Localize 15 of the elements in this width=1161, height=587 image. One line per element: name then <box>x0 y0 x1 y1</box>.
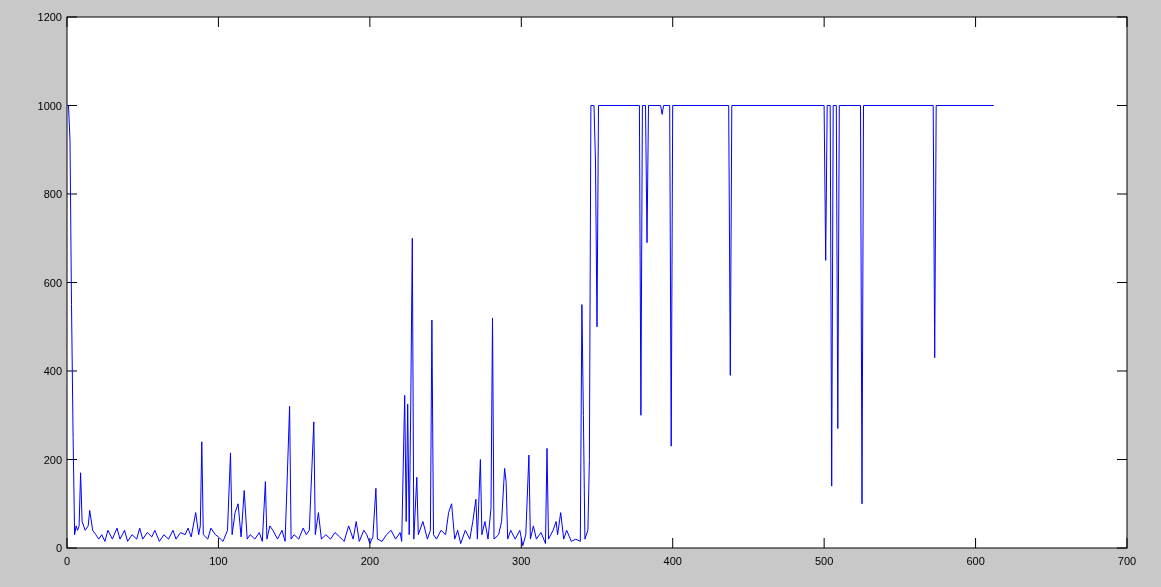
tick-label: 400 <box>663 555 682 567</box>
tick-label: 800 <box>43 188 62 200</box>
tick-label: 600 <box>43 276 62 289</box>
tick-label: 300 <box>512 555 531 567</box>
tick-label: 100 <box>209 555 228 567</box>
tick-label: 0 <box>63 555 71 567</box>
tick-label: 400 <box>43 365 62 377</box>
tick-label: 200 <box>43 453 62 466</box>
tick-label: 500 <box>814 555 834 567</box>
tick-label: 0 <box>55 542 62 554</box>
tick-label: 600 <box>966 555 985 567</box>
tick-label: 1000 <box>37 99 62 112</box>
tick-label: 1200 <box>37 11 62 23</box>
tick-label: 700 <box>1117 555 1137 567</box>
tick-label: 200 <box>360 555 380 567</box>
